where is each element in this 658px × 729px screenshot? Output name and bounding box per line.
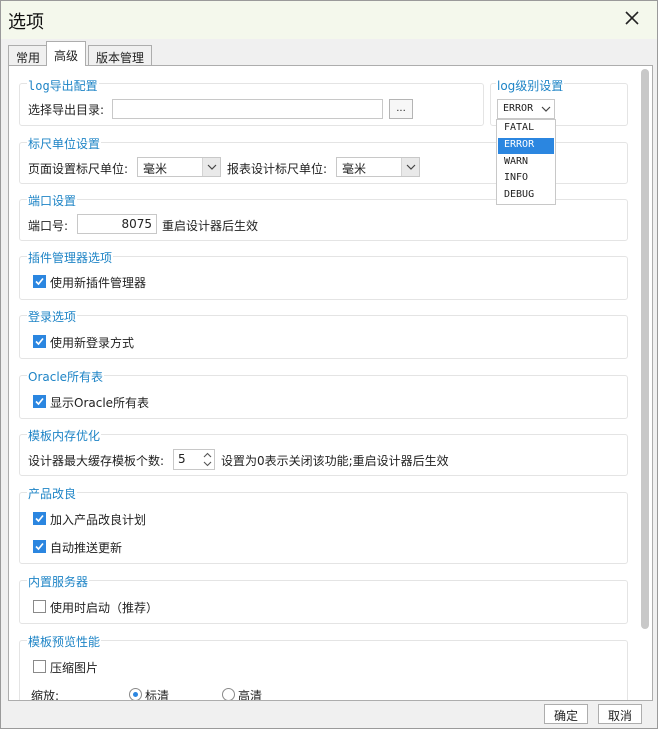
template-memory-title: 模板内存优化 bbox=[27, 427, 102, 444]
compress-checkbox[interactable] bbox=[33, 660, 46, 673]
log-level-option-error[interactable]: ERROR bbox=[498, 138, 554, 154]
page-ruler-value: 毫米 bbox=[143, 162, 168, 176]
checkmark-icon bbox=[35, 277, 44, 286]
log-export-title: log导出配置 bbox=[27, 77, 99, 94]
tab-advanced[interactable]: 高级 bbox=[46, 41, 87, 66]
chevron-down-icon bbox=[207, 164, 217, 170]
log-level-option-warn[interactable]: WARN bbox=[498, 155, 554, 171]
auto-update-checkbox[interactable] bbox=[33, 540, 46, 553]
window-title: 选项 bbox=[8, 12, 44, 33]
browse-button[interactable]: ... bbox=[389, 99, 413, 119]
preview-group bbox=[19, 640, 628, 700]
log-level-option-debug[interactable]: DEBUG bbox=[498, 188, 554, 204]
cache-count-label: 设计器最大缓存模板个数: bbox=[28, 454, 165, 468]
log-level-option-fatal[interactable]: FATAL bbox=[498, 121, 554, 137]
log-level-option-info[interactable]: INFO bbox=[498, 171, 554, 187]
zoom-radio-hd[interactable] bbox=[222, 688, 235, 700]
report-ruler-arrow bbox=[401, 158, 419, 176]
oracle-label: 显示Oracle所有表 bbox=[50, 396, 150, 410]
login-title: 登录选项 bbox=[27, 308, 78, 325]
close-icon[interactable] bbox=[621, 7, 643, 29]
auto-update-label: 自动推送更新 bbox=[50, 541, 123, 555]
vertical-scrollbar[interactable] bbox=[639, 69, 651, 697]
page-ruler-arrow bbox=[202, 158, 220, 176]
options-dialog: 选项 常用 高级 版本管理 log导出配置 选择导出目录: ... log级别设… bbox=[0, 0, 658, 729]
port-label: 端口号: bbox=[28, 219, 69, 233]
log-level-title: log级别设置 bbox=[496, 77, 565, 94]
improvement-plan-checkbox[interactable] bbox=[33, 512, 46, 525]
cancel-button[interactable]: 取消 bbox=[598, 704, 642, 724]
port-input[interactable]: 8075 bbox=[77, 214, 157, 234]
tab-general[interactable]: 常用 bbox=[8, 45, 49, 66]
cache-count-spinner[interactable]: 5 bbox=[173, 449, 215, 470]
ruler-title: 标尺单位设置 bbox=[27, 135, 102, 152]
plugin-label: 使用新插件管理器 bbox=[50, 276, 147, 290]
port-note: 重启设计器后生效 bbox=[162, 219, 259, 233]
login-checkbox[interactable] bbox=[33, 335, 46, 348]
title-bar: 选项 bbox=[1, 1, 657, 39]
chevron-down-icon bbox=[406, 164, 416, 170]
preview-title: 模板预览性能 bbox=[27, 633, 102, 650]
report-ruler-value: 毫米 bbox=[342, 162, 367, 176]
server-title: 内置服务器 bbox=[27, 573, 90, 590]
oracle-title: Oracle所有表 bbox=[27, 368, 105, 385]
cache-count-note: 设置为0表示关闭该功能;重启设计器后生效 bbox=[221, 454, 449, 468]
log-level-select[interactable]: ERROR bbox=[497, 99, 555, 119]
scrollbar-thumb[interactable] bbox=[641, 69, 649, 629]
improvement-title: 产品改良 bbox=[27, 485, 78, 502]
report-ruler-label: 报表设计标尺单位: bbox=[227, 162, 328, 176]
advanced-panel: log导出配置 选择导出目录: ... log级别设置 ERROR 标尺单位设置… bbox=[8, 65, 653, 701]
checkmark-icon bbox=[35, 542, 44, 551]
cache-count-value: 5 bbox=[178, 452, 186, 466]
improvement-plan-label: 加入产品改良计划 bbox=[50, 513, 147, 527]
report-ruler-select[interactable]: 毫米 bbox=[336, 157, 420, 177]
checkmark-icon bbox=[35, 514, 44, 523]
export-dir-input[interactable] bbox=[112, 99, 383, 119]
page-ruler-label: 页面设置标尺单位: bbox=[28, 162, 129, 176]
login-label: 使用新登录方式 bbox=[50, 336, 135, 350]
plugin-checkbox[interactable] bbox=[33, 275, 46, 288]
zoom-radio-sd[interactable] bbox=[129, 688, 142, 700]
ok-button[interactable]: 确定 bbox=[544, 704, 588, 724]
zoom-label: 缩放: bbox=[31, 689, 60, 701]
plugin-title: 插件管理器选项 bbox=[27, 249, 114, 266]
spinner-arrows-icon[interactable] bbox=[202, 451, 213, 468]
checkmark-icon bbox=[35, 397, 44, 406]
export-dir-label: 选择导出目录: bbox=[28, 103, 105, 117]
chevron-down-icon bbox=[541, 106, 551, 112]
server-label: 使用时启动（推荐） bbox=[50, 601, 159, 615]
log-level-dropdown: FATAL ERROR WARN INFO DEBUG bbox=[496, 119, 556, 205]
log-level-value: ERROR bbox=[503, 103, 534, 114]
checkmark-icon bbox=[35, 337, 44, 346]
zoom-sd-label: 标清 bbox=[145, 689, 170, 701]
server-checkbox[interactable] bbox=[33, 600, 46, 613]
zoom-hd-label: 高清 bbox=[238, 689, 263, 701]
page-ruler-select[interactable]: 毫米 bbox=[137, 157, 221, 177]
port-title: 端口设置 bbox=[27, 192, 78, 209]
oracle-checkbox[interactable] bbox=[33, 395, 46, 408]
tab-version-management[interactable]: 版本管理 bbox=[88, 45, 153, 66]
compress-label: 压缩图片 bbox=[50, 661, 99, 675]
